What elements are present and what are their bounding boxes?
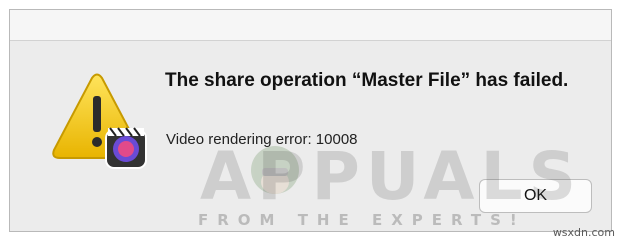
dialog-titlebar [10, 10, 611, 41]
dialog-title: The share operation “Master File” has fa… [165, 70, 569, 91]
watermark-brand: APPUALS [200, 138, 583, 215]
site-watermark: wsxdn.com [552, 226, 615, 239]
final-cut-pro-icon [105, 127, 147, 169]
alert-icon [52, 73, 147, 169]
watermark-tagline: FROM THE EXPERTS! [198, 211, 526, 229]
